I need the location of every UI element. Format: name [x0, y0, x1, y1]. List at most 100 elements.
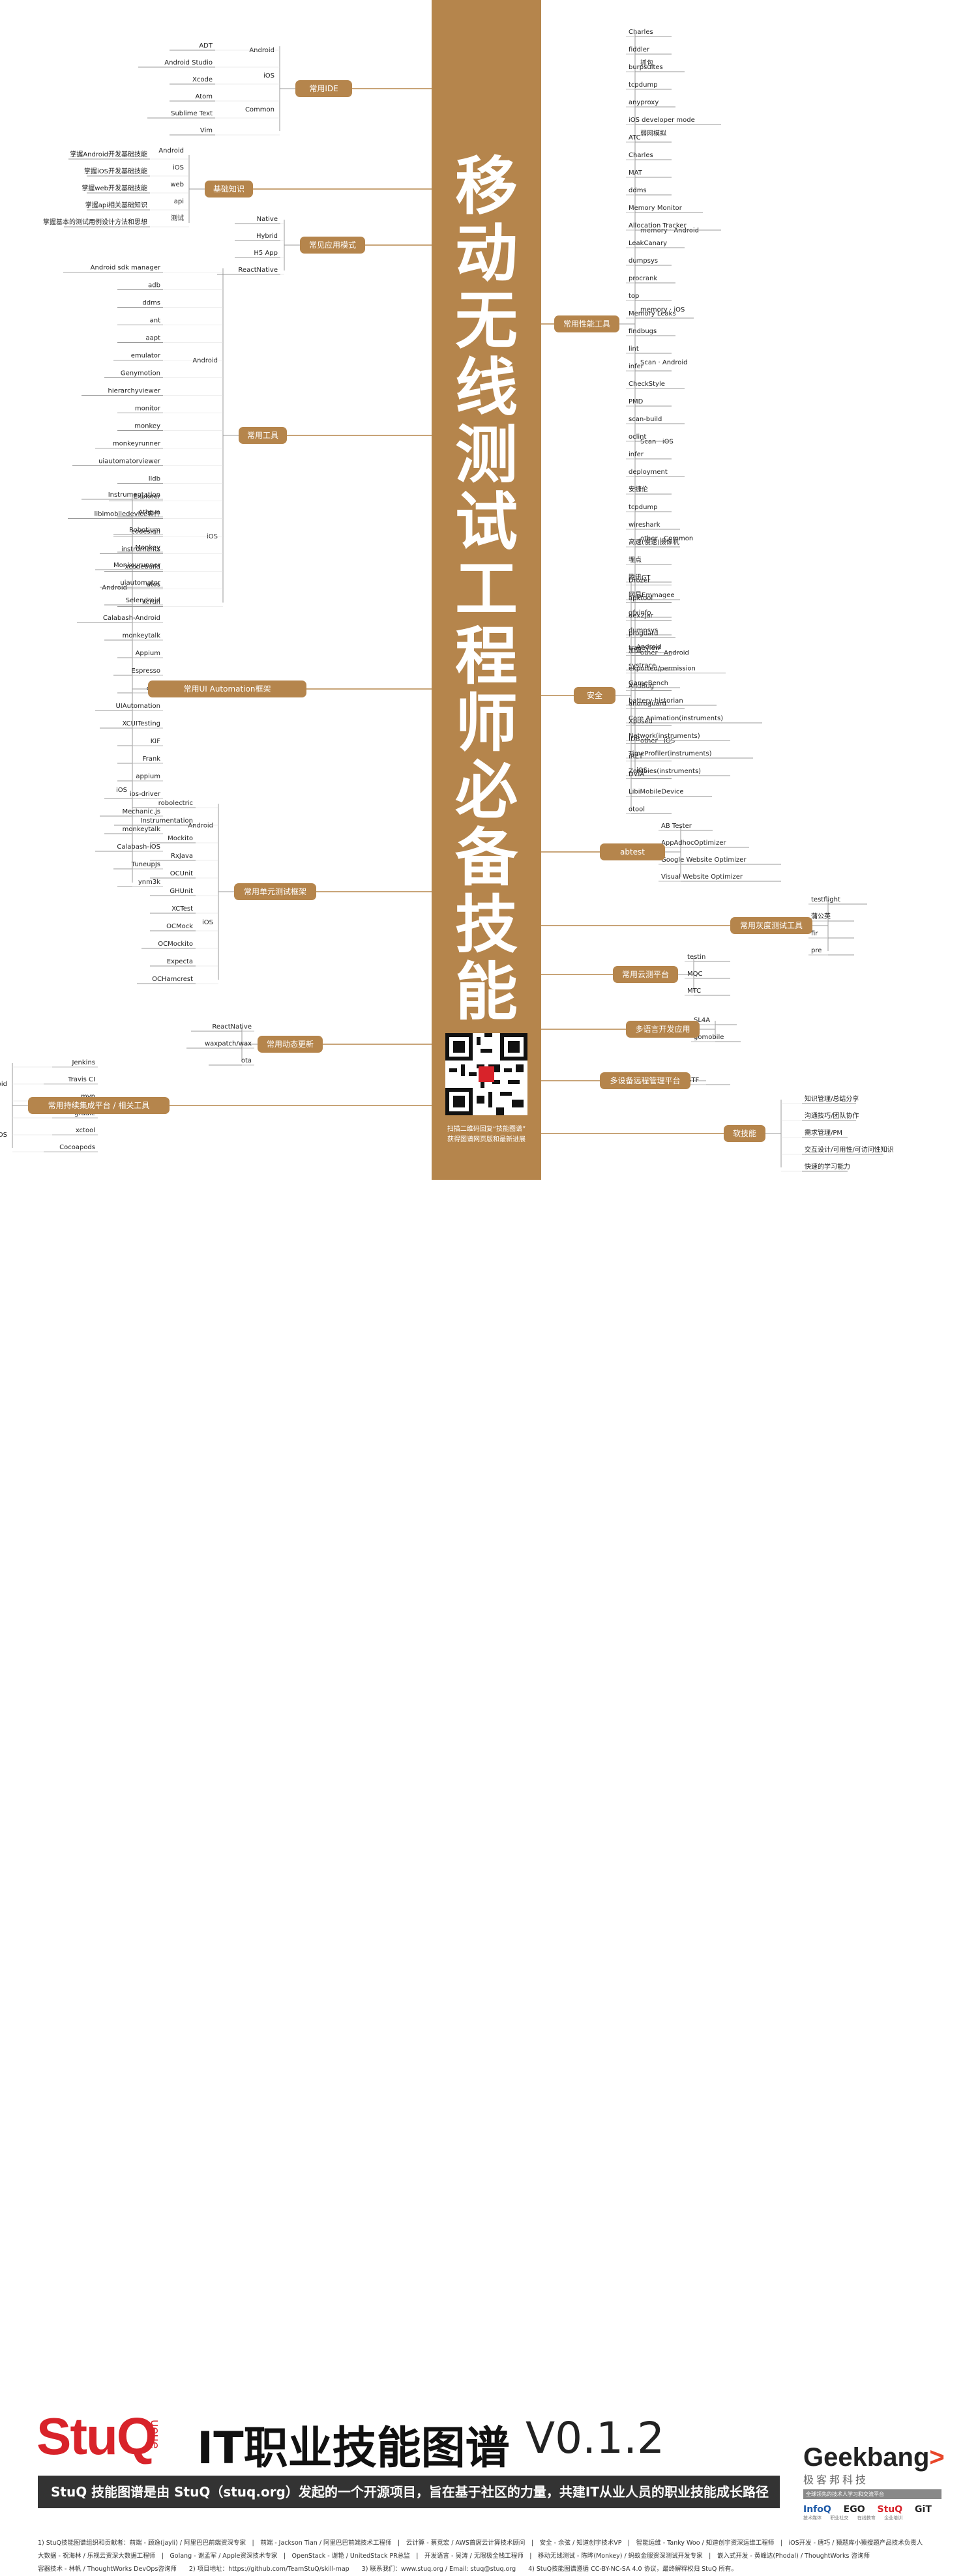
geekbang-logo: Geekbang>	[803, 2443, 945, 2472]
leaf-item: aapt	[145, 335, 160, 342]
leaf-item: Appium	[136, 650, 160, 657]
leaf-item: 掌握Android开发基础技能	[70, 150, 147, 158]
leaf-item: adb	[148, 282, 160, 289]
leaf-item: MTC	[687, 988, 701, 995]
credits-line: 容器技术 - 林帆 / ThoughtWorks DevOps咨询师 2) 项目…	[38, 2566, 737, 2573]
credits-line: 大数据 - 祝海林 / 乐视云资深大数据工程师 | Golang - 谢孟军 /…	[38, 2553, 870, 2560]
leaf-item: testflight	[811, 896, 840, 903]
leaf-item: testin	[687, 954, 705, 961]
leaf-item: exported/permission	[629, 666, 696, 673]
group-label: Scan · Android	[640, 359, 688, 366]
branch-label: 安全	[587, 690, 602, 700]
leaf-item: Cocoapods	[59, 1144, 95, 1151]
leaf-item: ddms	[142, 300, 160, 307]
leaf-item: XCTest	[171, 905, 193, 913]
leaf-item: GHUnit	[170, 888, 193, 895]
branch-label: 常用UI Automation框架	[183, 684, 271, 694]
branch-label: 多设备远程管理平台	[610, 1076, 680, 1085]
leaf-item: H5 App	[254, 250, 278, 257]
leaf-item: Monkeyrunner	[113, 562, 161, 569]
leaf-item: findbugs	[629, 328, 657, 335]
group-label: iOS	[173, 164, 184, 171]
leaf-item: dex2jar	[629, 613, 654, 620]
branch-label: 基础知识	[213, 184, 244, 194]
brand-sub: 企业培训	[884, 2515, 903, 2521]
leaf-item: Drozer	[629, 578, 651, 585]
stuq-logo-side-text: ueue	[148, 2420, 162, 2449]
leaf-item: AppAdhocOptimizer	[661, 840, 726, 847]
geekbang-brand-subtitles: 技术媒体 职业社交 在线教育 企业培训	[803, 2515, 941, 2521]
group-label: iOS	[116, 787, 127, 794]
geekbang-logo-a: Geek	[803, 2443, 867, 2472]
leaf-item: Memory Monitor	[629, 205, 683, 212]
group-label: iOS	[202, 919, 213, 926]
leaf-item: OCHamcrest	[152, 976, 193, 983]
leaf-item: Memory Leaks	[629, 310, 676, 317]
geekbang-tagline: 全球领先的技术人学习和交流平台	[803, 2489, 941, 2499]
page-title: 移动无线测试工程师必备技能	[455, 150, 518, 1029]
leaf-item: ReactNative	[212, 1023, 252, 1031]
leaf-item: 交互设计/可用性/可访问性知识	[805, 1145, 894, 1154]
geekbang-logo-arrow: >	[929, 2443, 945, 2472]
group-label: Android	[158, 147, 184, 154]
leaf-item: 沟通技巧/团队协作	[805, 1111, 859, 1120]
leaf-item: XCUITesting	[122, 720, 160, 727]
leaf-item: ant	[150, 317, 160, 325]
branch-label: 常用工具	[247, 431, 278, 440]
brand-sub: 职业社交	[830, 2515, 849, 2521]
qr-caption: 扫描二维码回复“技能图谱” 获得图谱网页版和最新进展	[436, 1124, 537, 1145]
mind-map: Android iOS Common ADT Android Studio Xcode At…	[0, 0, 978, 1186]
brand-infoq: InfoQ	[803, 2504, 831, 2515]
leaf-item: Athrun	[138, 509, 160, 516]
brand-git: GiT	[915, 2504, 932, 2515]
leaf-item: ddms	[629, 187, 647, 194]
leaf-item: Robotium	[129, 527, 160, 534]
document-title: IT职业技能图谱	[197, 2423, 510, 2474]
leaf-item: waxpatch/wax	[205, 1040, 252, 1047]
leaf-item: Mockito	[168, 835, 193, 842]
leaf-item: MQC	[687, 971, 702, 978]
branch-label: abtest	[620, 847, 645, 856]
group-label: Android	[249, 47, 274, 54]
leaf-item: procrank	[629, 275, 657, 282]
leaf-item: 掌握web开发基础技能	[82, 184, 147, 192]
leaf-item: OCMock	[166, 923, 193, 930]
geekbang-block: Geekbang> 极客邦科技 全球领先的技术人学习和交流平台 InfoQ EG…	[803, 2443, 945, 2521]
leaf-item: Instrumentation	[108, 491, 160, 499]
leaf-item: Instrumentation	[141, 817, 193, 825]
leaf-item: OCUnit	[170, 870, 193, 877]
group-label: web	[170, 181, 184, 188]
group-label: Android	[192, 357, 218, 364]
leaf-item: appium	[136, 773, 160, 780]
leaf-item: infer	[629, 451, 644, 458]
leaf-item: Espresso	[132, 667, 160, 675]
leaf-item: Travis CI	[67, 1076, 95, 1083]
leaf-item: IDB	[629, 736, 640, 743]
leaf-item: otool	[629, 806, 645, 813]
group-label: 测试	[171, 214, 184, 222]
branch-label: 常用动态更新	[267, 1039, 314, 1049]
leaf-item: top	[629, 293, 639, 300]
leaf-item: monitor	[135, 405, 161, 413]
leaf-item: monkeytalk	[123, 632, 161, 639]
brand-ego: EGO	[843, 2504, 865, 2515]
leaf-item: uiautomatorviewer	[98, 458, 161, 465]
leaf-item: DVIA	[629, 771, 644, 778]
leaf-item: Mechanic.js	[122, 808, 160, 815]
leaf-item: xctool	[76, 1127, 95, 1134]
leaf-item: Android sdk manager	[91, 265, 161, 272]
branch-label: 常用IDE	[309, 84, 338, 93]
leaf-item: Android Studio	[164, 59, 213, 66]
leaf-item: uiautomator	[120, 579, 161, 587]
leaf-item: Xcode	[192, 76, 213, 83]
leaf-item: KIF	[151, 738, 161, 745]
leaf-item: PMD	[629, 398, 644, 405]
leaf-item: RxJava	[171, 853, 193, 860]
leaf-item: Expecta	[167, 958, 193, 965]
qr-code-image	[445, 1033, 527, 1115]
qr-caption-line-1: 扫描二维码回复“技能图谱”	[447, 1126, 526, 1133]
leaf-item: hierarchyviewer	[108, 388, 161, 395]
leaf-item: LibiMobileDevice	[629, 789, 683, 796]
leaf-item: oclint	[629, 433, 647, 441]
leaf-item: wireshark	[629, 521, 660, 529]
